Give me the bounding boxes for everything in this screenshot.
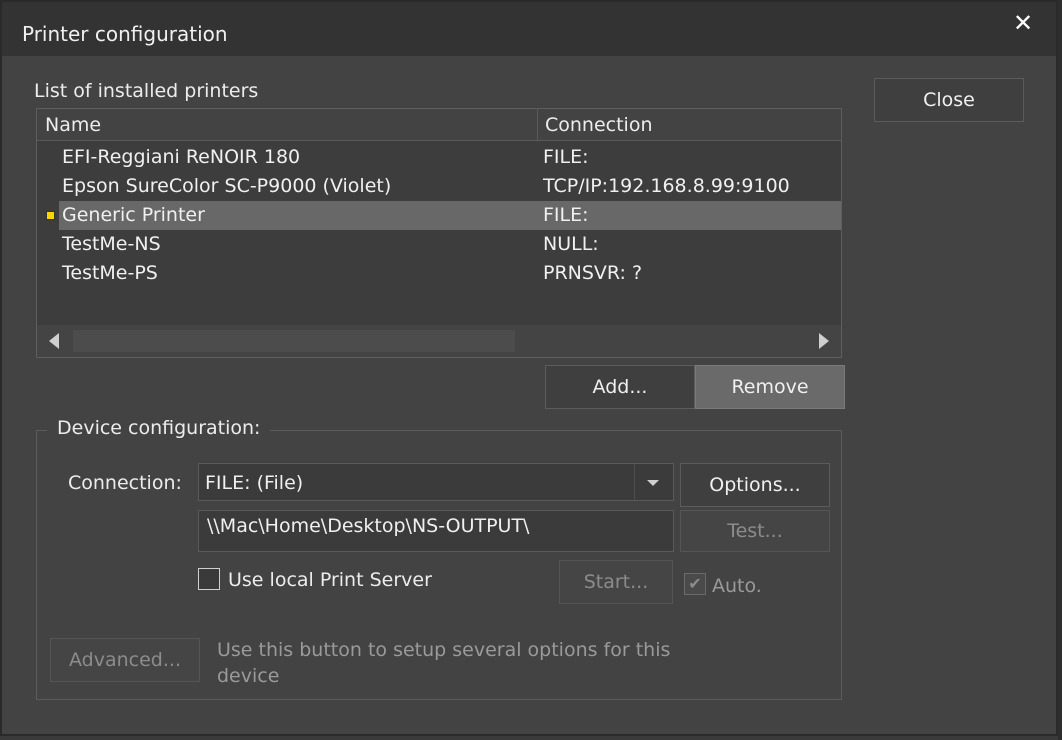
printer-connection: FILE:: [543, 204, 589, 226]
printer-connection: FILE:: [543, 146, 589, 168]
advanced-button[interactable]: Advanced...: [50, 638, 200, 682]
checkmark-icon: ✔: [688, 574, 702, 593]
current-row-marker-icon: [46, 211, 55, 220]
printer-connection: NULL:: [543, 233, 599, 255]
options-button[interactable]: Options...: [680, 463, 830, 507]
printer-name: TestMe-NS: [62, 233, 161, 255]
printer-row[interactable]: TestMe-PS PRNSVR: ?: [37, 259, 841, 288]
printer-connection: PRNSVR: ?: [543, 262, 643, 284]
printer-row[interactable]: EFI-Reggiani ReNOIR 180 FILE:: [37, 143, 841, 172]
printers-list-label: List of installed printers: [34, 80, 259, 102]
column-header-name[interactable]: Name: [45, 114, 101, 136]
use-local-print-server-label: Use local Print Server: [228, 569, 432, 591]
printer-row[interactable]: Epson SureColor SC-P9000 (Violet) TCP/IP…: [37, 172, 841, 201]
advanced-hint-text: Use this button to setup several options…: [217, 639, 671, 687]
scrollbar-thumb[interactable]: [73, 330, 515, 352]
connection-select[interactable]: FILE: (File): [198, 463, 674, 501]
close-icon[interactable]: ✕: [1008, 8, 1038, 38]
printer-connection: TCP/IP:192.168.8.99:9100: [543, 175, 790, 197]
remove-printer-button[interactable]: Remove: [695, 365, 845, 409]
printer-row[interactable]: TestMe-NS NULL:: [37, 230, 841, 259]
scroll-right-icon[interactable]: [819, 333, 829, 349]
printer-name: TestMe-PS: [62, 262, 158, 284]
test-button[interactable]: Test...: [680, 510, 830, 552]
connection-label: Connection:: [68, 472, 182, 494]
use-local-print-server-checkbox[interactable]: [198, 568, 220, 590]
printer-row-selected[interactable]: Generic Printer FILE:: [37, 201, 841, 230]
printers-list[interactable]: Name Connection EFI-Reggiani ReNOIR 180 …: [36, 108, 842, 358]
scroll-left-icon[interactable]: [49, 333, 59, 349]
close-button[interactable]: Close: [874, 78, 1024, 122]
chevron-down-icon[interactable]: [647, 480, 659, 486]
connection-select-value: FILE: (File): [205, 472, 304, 494]
title-bar: Printer configuration ✕: [2, 2, 1056, 56]
list-header: Name Connection: [37, 109, 841, 141]
window-edge: [1058, 0, 1062, 740]
auto-label: Auto.: [712, 575, 762, 597]
printer-configuration-dialog: Printer configuration ✕ List of installe…: [0, 0, 1058, 736]
start-button[interactable]: Start...: [559, 560, 673, 604]
window-title: Printer configuration: [22, 22, 228, 46]
add-printer-button[interactable]: Add...: [545, 365, 695, 409]
device-configuration-legend: Device configuration:: [47, 417, 271, 439]
printer-name: Generic Printer: [62, 204, 205, 226]
printer-name: EFI-Reggiani ReNOIR 180: [62, 146, 301, 168]
output-path-field[interactable]: \\Mac\Home\Desktop\NS-OUTPUT\: [198, 510, 674, 552]
printer-name: Epson SureColor SC-P9000 (Violet): [62, 175, 392, 197]
auto-checkbox[interactable]: ✔: [684, 573, 706, 595]
column-header-connection[interactable]: Connection: [545, 114, 653, 136]
combo-separator: [634, 464, 635, 500]
column-separator[interactable]: [537, 109, 538, 141]
horizontal-scrollbar[interactable]: [37, 325, 841, 357]
